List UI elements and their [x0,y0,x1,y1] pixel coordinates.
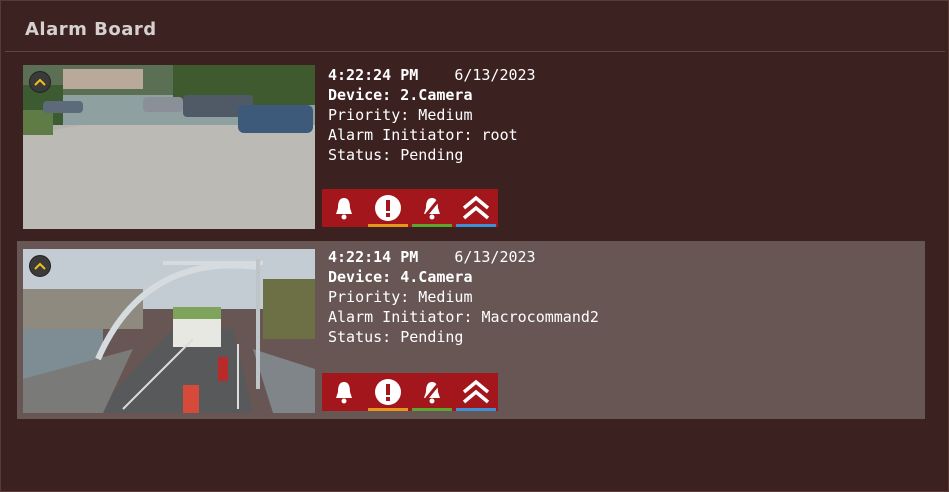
green-indicator [412,408,452,411]
bell-icon [336,382,352,404]
process-alarm-button[interactable] [366,373,410,411]
alarm-time: 4:22:14 PM [328,248,419,266]
exclamation-icon [375,379,401,405]
bell-muted-icon [421,196,443,220]
alarm-card[interactable]: 4:22:24 PM 6/13/2023 Device: 2.Camera Pri… [17,61,925,231]
parking-lot-image [23,65,315,229]
bell-icon [336,198,352,220]
mute-alarm-button[interactable] [410,373,454,411]
collapse-toggle[interactable] [29,255,51,277]
mute-alarm-button[interactable] [410,189,454,227]
alarm-status: Status: Pending [328,146,464,164]
alarm-priority: Priority: Medium [328,288,473,306]
alarm-status: Status: Pending [328,328,464,346]
alarm-initiator: Alarm Initiator: root [328,126,518,144]
board-title: Alarm Board [25,19,157,40]
exclamation-icon [375,195,401,221]
alarm-initiator: Alarm Initiator: Macrocommand2 [328,308,599,326]
double-chevron-up-icon [462,195,490,220]
bell-muted-icon [421,380,443,404]
process-alarm-button[interactable] [366,189,410,227]
alarm-actions [322,189,498,227]
blue-indicator [456,408,496,411]
escalate-alarm-button[interactable] [454,189,498,227]
alarm-card-selected[interactable]: 4:22:14 PM 6/13/2023 Device: 4.Camera Pri… [17,241,925,419]
green-indicator [412,224,452,227]
orange-indicator [368,408,408,411]
escalate-alarm-button[interactable] [454,373,498,411]
alarm-device: Device: 2.Camera [328,86,473,104]
chevron-up-icon [34,262,46,270]
camera-thumbnail[interactable] [23,249,315,413]
alarm-date: 6/13/2023 [454,66,536,84]
alarm-actions [322,373,498,411]
orange-indicator [368,224,408,227]
alarm-details: 4:22:14 PM 6/13/2023 Device: 4.Camera Pri… [328,247,908,347]
blue-indicator [456,224,496,227]
chevron-up-icon [34,78,46,86]
alarm-board: Alarm Board 4:22:24 PM 6/13/2023 Device:… [0,0,949,492]
alarm-details: 4:22:24 PM 6/13/2023 Device: 2.Camera Pri… [328,65,908,165]
double-chevron-up-icon [462,379,490,404]
alarm-time: 4:22:24 PM [328,66,419,84]
alarm-device: Device: 4.Camera [328,268,473,286]
alarm-priority: Priority: Medium [328,106,473,124]
camera-thumbnail[interactable] [23,65,315,229]
collapse-toggle[interactable] [29,71,51,93]
alarm-date: 6/13/2023 [454,248,536,266]
raise-alarm-button[interactable] [322,373,366,411]
bridge-image [23,249,315,413]
title-bar: Alarm Board [5,5,945,52]
raise-alarm-button[interactable] [322,189,366,227]
